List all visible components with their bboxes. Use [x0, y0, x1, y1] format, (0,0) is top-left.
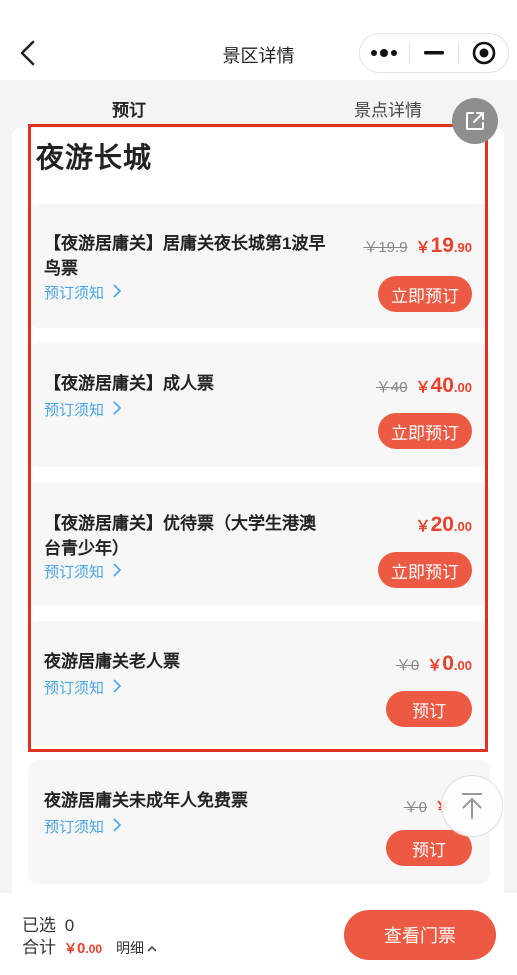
ticket-name: 【夜游居庸关】成人票 [44, 374, 214, 393]
chevron-right-icon [112, 678, 122, 698]
current-price: ￥19.90 [415, 234, 472, 257]
detail-label: 明细 [116, 940, 145, 956]
total-line: 合计 ￥0.00 明细 [22, 933, 157, 958]
chevron-up-icon [147, 940, 157, 956]
booking-notice-link[interactable]: 预订须知 [44, 816, 122, 837]
book-now-button[interactable]: 立即预订 [378, 276, 472, 312]
target-close-icon[interactable] [459, 34, 508, 72]
ticket-card: 【夜游居庸关】优待票（大学生港澳台青少年） 预订须知 ￥20.00 立即预订 [28, 482, 490, 606]
tab-scenic-details[interactable]: 景点详情 [354, 96, 422, 121]
original-price: ￥40 [375, 379, 408, 396]
chevron-right-icon [112, 817, 122, 837]
ticket-card: 夜游居庸关未成年人免费票 预订须知 ￥0 ￥ 预订 [28, 760, 490, 884]
booking-notice-label: 预订须知 [44, 402, 105, 419]
scroll-top-icon[interactable] [441, 775, 503, 837]
minimize-icon[interactable] [410, 34, 459, 72]
book-now-button[interactable]: 立即预订 [378, 413, 472, 449]
booking-notice-label: 预订须知 [44, 564, 105, 581]
chevron-right-icon [112, 562, 122, 582]
price-row: ￥40 ￥40.00 [376, 374, 472, 398]
booking-notice-link[interactable]: 预订须知 [44, 282, 122, 303]
ticket-name: 【夜游居庸关】优待票（大学生港澳台青少年） [44, 514, 316, 558]
original-price: ￥19.9 [363, 239, 408, 256]
total-label: 合计 [22, 938, 56, 957]
tab-booking[interactable]: 预订 [112, 96, 146, 121]
booking-notice-label: 预订须知 [44, 819, 105, 836]
chevron-right-icon [112, 283, 122, 303]
book-button[interactable]: 预订 [386, 691, 472, 727]
ticket-name: 夜游居庸关未成年人免费票 [44, 791, 248, 810]
more-dots-icon[interactable] [360, 34, 409, 72]
ticket-card: 【夜游居庸关】成人票 预订须知 ￥40 ￥40.00 立即预订 [28, 343, 490, 467]
book-button[interactable]: 预订 [386, 830, 472, 866]
booking-notice-link[interactable]: 预订须知 [44, 677, 122, 698]
scenic-title: 夜游长城 [36, 142, 153, 173]
current-price: ￥40.00 [415, 374, 472, 397]
chevron-right-icon [112, 400, 122, 420]
booking-notice-link[interactable]: 预订须知 [44, 399, 122, 420]
current-price: ￥20.00 [415, 513, 472, 536]
ticket-name: 夜游居庸关老人票 [44, 652, 180, 671]
current-price: ￥0.00 [427, 652, 472, 675]
book-now-button[interactable]: 立即预订 [378, 552, 472, 588]
mini-program-capsule [359, 33, 509, 73]
booking-notice-label: 预订须知 [44, 680, 105, 697]
price-row: ￥20.00 [416, 513, 472, 537]
tab-bar: 预订 景点详情 [0, 80, 517, 134]
ticket-card: 夜游居庸关老人票 预订须知 ￥0 ￥0.00 预订 [28, 621, 490, 745]
total-price: ￥0.00 [64, 940, 103, 957]
view-tickets-button[interactable]: 查看门票 [344, 910, 496, 960]
booking-notice-link[interactable]: 预订须知 [44, 561, 122, 582]
ticket-card: 【夜游居庸关】居庸关夜长城第1波早鸟票 预订须知 ￥19.9 ￥19.90 立即… [28, 204, 490, 328]
detail-toggle[interactable]: 明细 [116, 938, 157, 958]
original-price: ￥0 [395, 657, 420, 674]
top-nav-bar: 景区详情 [0, 0, 517, 80]
booking-notice-label: 预订须知 [44, 285, 105, 302]
original-price: ￥0 [403, 799, 427, 816]
share-icon[interactable] [452, 98, 498, 144]
price-row: ￥19.9 ￥19.90 [363, 234, 472, 258]
bottom-bar: 已选 0 合计 ￥0.00 明细 查看门票 [0, 893, 517, 975]
ticket-name: 【夜游居庸关】居庸关夜长城第1波早鸟票 [44, 234, 326, 278]
price-row: ￥0 ￥0.00 [396, 652, 472, 676]
